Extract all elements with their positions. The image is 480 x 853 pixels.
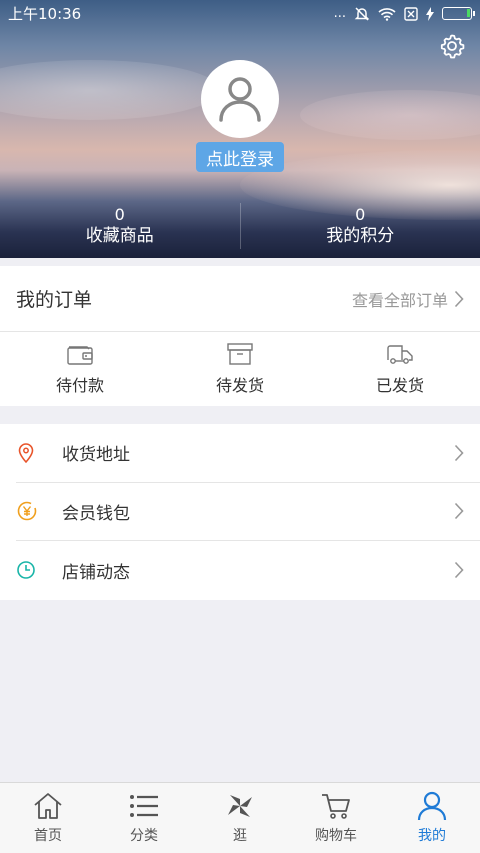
order-type-label: 待发货 xyxy=(215,376,264,395)
battery-icon xyxy=(442,7,475,20)
orders-title: 我的订单 xyxy=(16,289,93,311)
view-all-orders-label: 查看全部订单 xyxy=(351,290,448,310)
order-type-pending-payment[interactable]: 待付款 xyxy=(0,332,160,406)
tab-home[interactable]: 首页 xyxy=(0,783,96,853)
box-icon xyxy=(227,343,253,365)
no-sim-icon xyxy=(404,6,418,21)
mute-alarm-icon xyxy=(354,6,370,21)
stat-favorites[interactable]: 0 收藏商品 xyxy=(0,195,240,257)
user-placeholder-icon xyxy=(219,77,261,122)
order-type-pending-shipment[interactable]: 待发货 xyxy=(160,332,320,406)
tab-label: 购物车 xyxy=(315,828,357,844)
menu-item-store-updates[interactable]: 店铺动态 xyxy=(16,541,480,600)
truck-icon xyxy=(387,345,413,364)
chevron-right-icon xyxy=(454,503,464,520)
home-icon xyxy=(34,793,62,819)
orders-header[interactable]: 我的订单 查看全部订单 xyxy=(0,266,480,332)
location-pin-icon xyxy=(16,442,50,464)
settings-gear-icon[interactable] xyxy=(438,32,466,60)
tab-label: 分类 xyxy=(130,828,158,844)
menu-item-shipping-address[interactable]: 收货地址 xyxy=(16,424,480,483)
order-status-row: 待付款 待发货 已发货 xyxy=(0,332,480,406)
tab-category[interactable]: 分类 xyxy=(96,783,192,853)
yen-coin-icon xyxy=(16,500,50,522)
menu-item-label: 会员钱包 xyxy=(62,503,130,524)
status-time: 上午10:36 xyxy=(8,5,82,23)
wifi-icon xyxy=(378,7,396,21)
clock-icon xyxy=(16,560,50,580)
stat-points[interactable]: 0 我的积分 xyxy=(241,195,480,257)
list-icon xyxy=(130,795,158,817)
chevron-right-icon xyxy=(454,444,464,461)
tab-cart[interactable]: 购物车 xyxy=(288,783,384,853)
charging-icon xyxy=(426,6,434,21)
profile-stats: 0 收藏商品 0 我的积分 xyxy=(0,195,480,257)
view-all-orders-link[interactable]: 查看全部订单 xyxy=(352,287,464,311)
stat-label: 我的积分 xyxy=(326,226,395,246)
tab-label: 首页 xyxy=(34,828,62,844)
tab-label: 我的 xyxy=(418,828,446,844)
stat-value: 0 xyxy=(355,205,366,224)
order-type-label: 已发货 xyxy=(375,376,424,395)
wallet-icon xyxy=(67,346,93,365)
menu-item-member-wallet[interactable]: 会员钱包 xyxy=(16,483,480,542)
stat-label: 收藏商品 xyxy=(85,226,154,246)
tab-mine[interactable]: 我的 xyxy=(384,783,480,853)
header-background-decoration xyxy=(0,60,220,120)
user-icon xyxy=(417,791,447,821)
avatar[interactable] xyxy=(201,60,279,138)
tab-browse[interactable]: 逛 xyxy=(192,783,288,853)
stat-value: 0 xyxy=(114,205,125,224)
chevron-right-icon xyxy=(454,290,464,307)
header-background-decoration xyxy=(300,90,480,140)
chevron-right-icon xyxy=(454,562,464,579)
order-type-label: 待付款 xyxy=(55,376,104,395)
status-icons: ... xyxy=(333,6,475,22)
tab-label: 逛 xyxy=(233,828,247,844)
profile-menu: 收货地址 会员钱包 店铺动态 xyxy=(0,424,480,600)
login-button[interactable]: 点此登录 xyxy=(196,142,284,172)
order-type-shipped[interactable]: 已发货 xyxy=(320,332,480,406)
menu-item-label: 收货地址 xyxy=(62,445,130,466)
bottom-tab-bar: 首页 分类 逛 购物车 我的 xyxy=(0,782,480,853)
menu-item-label: 店铺动态 xyxy=(62,562,130,583)
orders-section: 我的订单 查看全部订单 待付款 待发货 已发货 xyxy=(0,266,480,406)
more-dots-icon: ... xyxy=(333,6,346,21)
status-bar: 上午10:36 ... xyxy=(0,0,480,27)
cart-icon xyxy=(322,794,350,819)
pinwheel-icon xyxy=(228,795,252,817)
